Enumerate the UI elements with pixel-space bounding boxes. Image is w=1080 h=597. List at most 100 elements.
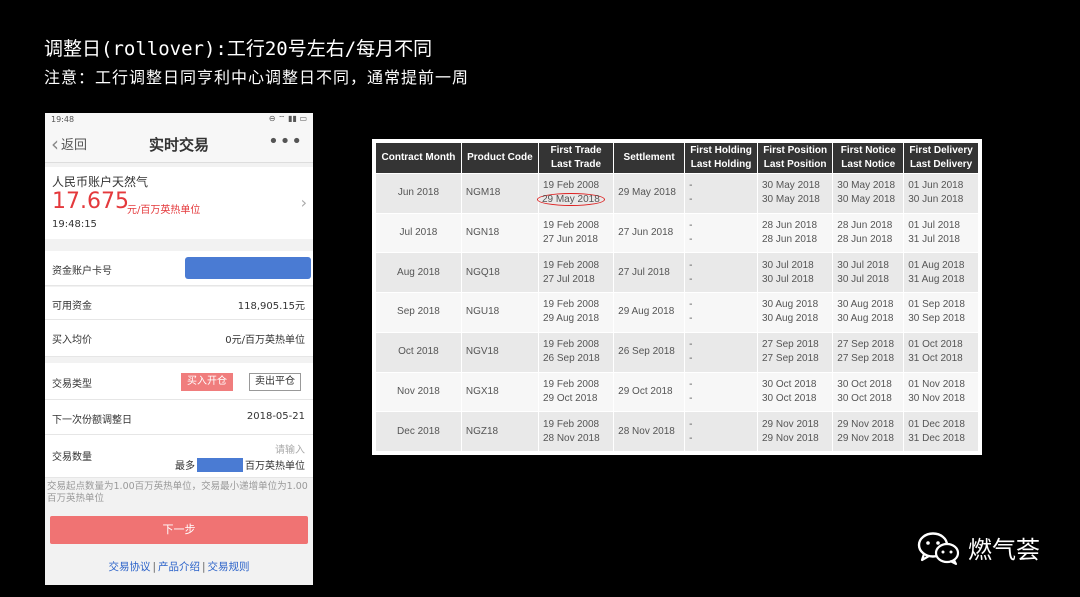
cell-delivery: 01 Dec 2018 31 Dec 2018 xyxy=(903,411,979,452)
cell-notice: 28 Jun 2018 28 Jun 2018 xyxy=(832,212,905,254)
cell-delivery: 01 Sep 2018 30 Sep 2018 xyxy=(903,292,979,333)
cell-trade: 19 Feb 2008 26 Sep 2018 xyxy=(537,331,615,373)
link-separator: | xyxy=(202,561,206,573)
trade-type-row: 交易类型 买入开仓 卖出平仓 xyxy=(45,363,313,400)
cell-notice: 30 Oct 2018 30 Oct 2018 xyxy=(832,371,905,413)
th-settlement: Settlement xyxy=(613,142,686,174)
chevron-left-icon: ‹ xyxy=(51,131,59,156)
type-label: 交易类型 xyxy=(52,379,92,390)
trade-note: 交易起点数量为1.00百万英热单位，交易最小递增单位为1.00百万英热单位 xyxy=(47,481,308,504)
highlight-circle: 29 May 2018 xyxy=(536,193,605,207)
cell-delivery: 01 Nov 2018 30 Nov 2018 xyxy=(903,371,979,413)
link-product-intro[interactable]: 产品介绍 xyxy=(158,561,200,573)
contract-table-panel: Contract Month Product Code First Trade L… xyxy=(372,139,982,455)
product-name: 人民币账户天然气 xyxy=(52,175,149,189)
cell-notice: 30 Aug 2018 30 Aug 2018 xyxy=(832,292,905,333)
table-row: Nov 2018 NGX18 19 Feb 2008 29 Oct 2018 29 Oc… xyxy=(375,371,979,413)
cell-holding: -- xyxy=(684,252,758,294)
available-value: 118,905.15元 xyxy=(237,301,305,312)
th-contract-month: Contract Month xyxy=(375,142,462,174)
brand-logo: 燃气荟 xyxy=(916,530,1040,565)
qty-label: 交易数量 xyxy=(52,452,92,463)
back-label: 返回 xyxy=(61,138,88,153)
rollover-label: 下一次份额调整日 xyxy=(52,415,132,426)
cell-contract-month: Nov 2018 xyxy=(375,371,462,413)
cell-product-code: NGM18 xyxy=(460,173,539,214)
table-row: Aug 2018 NGQ18 19 Feb 2008 27 Jul 2018 27 Ju… xyxy=(375,252,979,294)
cell-settlement: 28 Nov 2018 xyxy=(613,411,686,452)
cell-trade: 19 Feb 2008 29 Oct 2018 xyxy=(537,371,615,413)
cell-trade: 19 Feb 2008 29 May 2018 xyxy=(536,173,615,214)
cell-position: 30 Jul 2018 30 Jul 2018 xyxy=(756,252,834,294)
cell-holding: -- xyxy=(684,292,758,333)
cell-settlement: 26 Sep 2018 xyxy=(613,331,686,373)
footer-links: 交易协议 | 产品介绍 | 交易规则 xyxy=(45,559,313,574)
cell-notice: 30 Jul 2018 30 Jul 2018 xyxy=(832,252,905,294)
cell-settlement: 27 Jul 2018 xyxy=(613,252,686,294)
cell-contract-month: Jul 2018 xyxy=(375,212,462,254)
cell-trade: 19 Feb 2008 28 Nov 2018 xyxy=(537,411,615,452)
back-button[interactable]: ‹ 返回 xyxy=(51,131,88,156)
next-step-button[interactable]: 下一步 xyxy=(50,516,308,544)
wechat-icon xyxy=(917,531,960,565)
cell-product-code: NGZ18 xyxy=(460,411,539,452)
cell-position: 29 Nov 2018 29 Nov 2018 xyxy=(756,411,834,452)
cell-product-code: NGU18 xyxy=(460,292,539,333)
th-product-code: Product Code xyxy=(460,142,539,174)
cell-position: 30 Aug 2018 30 Aug 2018 xyxy=(756,292,834,333)
table-row: Sep 2018 NGU18 19 Feb 2008 29 Aug 2018 29 Au… xyxy=(375,292,979,333)
cell-contract-month: Sep 2018 xyxy=(375,292,462,333)
cell-contract-month: Dec 2018 xyxy=(375,411,462,452)
phone-screenshot: 19:48 ⊖ ⌔ ▮▮ ▭ ‹ 返回 实时交易 ••• 人民币账户天然气 17… xyxy=(45,113,313,585)
cell-product-code: NGV18 xyxy=(460,331,539,373)
th-position: First Position Last Position xyxy=(756,142,834,174)
quote-card[interactable]: 人民币账户天然气 17.675 元/百万英热单位 19:48:15 › xyxy=(45,167,313,239)
cell-trade: 19 Feb 2008 27 Jul 2018 xyxy=(537,252,615,294)
rollover-row: 下一次份额调整日 2018-05-21 xyxy=(45,400,313,435)
cell-holding: -- xyxy=(684,173,758,214)
contract-table: Contract Month Product Code First Trade L… xyxy=(375,142,979,452)
table-row: Jun 2018 NGM18 19 Feb 2008 29 May 2018 29 Ma… xyxy=(375,173,979,214)
th-notice: First Notice Last Notice xyxy=(832,142,905,174)
cell-holding: -- xyxy=(684,411,758,452)
account-row: 资金账户卡号 xyxy=(45,251,313,286)
cell-notice: 27 Sep 2018 27 Sep 2018 xyxy=(832,331,905,373)
avg-price-row: 买入均价 0元/百万英热单位 xyxy=(45,320,313,357)
cell-settlement: 29 May 2018 xyxy=(613,173,686,214)
buy-open-button[interactable]: 买入开仓 xyxy=(181,373,233,391)
quote-time: 19:48:15 xyxy=(52,219,97,230)
th-delivery: First Delivery Last Delivery xyxy=(903,142,979,174)
cell-position: 27 Sep 2018 27 Sep 2018 xyxy=(756,331,834,373)
account-number-redacted xyxy=(185,257,311,279)
th-trade: First Trade Last Trade xyxy=(537,142,615,174)
link-agreement[interactable]: 交易协议 xyxy=(108,561,150,573)
cell-contract-month: Jun 2018 xyxy=(375,173,462,214)
cell-holding: -- xyxy=(684,212,758,254)
status-time: 19:48 xyxy=(51,114,75,124)
quantity-input[interactable]: 请输入 xyxy=(275,441,305,456)
qty-max-redacted xyxy=(197,457,243,472)
qty-max-suffix: 百万英热单位 xyxy=(245,461,305,472)
cell-product-code: NGN18 xyxy=(460,212,539,254)
cell-contract-month: Oct 2018 xyxy=(375,331,462,373)
cell-contract-month: Aug 2018 xyxy=(375,252,462,294)
cell-notice: 30 May 2018 30 May 2018 xyxy=(832,173,905,214)
qty-max-prefix: 最多 xyxy=(175,461,195,472)
link-trade-rules[interactable]: 交易规则 xyxy=(208,561,250,573)
table-row: Oct 2018 NGV18 19 Feb 2008 26 Sep 2018 26 Se… xyxy=(375,331,979,373)
cell-delivery: 01 Aug 2018 31 Aug 2018 xyxy=(903,252,979,294)
sell-close-button[interactable]: 卖出平仓 xyxy=(249,373,301,391)
more-icon[interactable]: ••• xyxy=(268,131,303,152)
quantity-row[interactable]: 交易数量 请输入 最多 百万英热单位 xyxy=(45,435,313,478)
table-row: Jul 2018 NGN18 19 Feb 2008 27 Jun 2018 27 Ju… xyxy=(375,212,979,254)
account-label: 资金账户卡号 xyxy=(52,266,112,277)
avg-value: 0元/百万英热单位 xyxy=(225,335,305,346)
brand-name: 燃气荟 xyxy=(968,536,1040,564)
status-icons: ⊖ ⌔ ▮▮ ▭ xyxy=(268,114,307,123)
available-funds-row: 可用资金 118,905.15元 xyxy=(45,287,313,320)
cell-delivery: 01 Jul 2018 31 Jul 2018 xyxy=(903,212,979,254)
quantity-max: 最多 百万英热单位 xyxy=(175,457,305,472)
th-holding: First Holding Last Holding xyxy=(684,142,758,174)
chevron-right-icon: › xyxy=(300,193,307,212)
status-bar: 19:48 ⊖ ⌔ ▮▮ ▭ xyxy=(45,113,313,125)
